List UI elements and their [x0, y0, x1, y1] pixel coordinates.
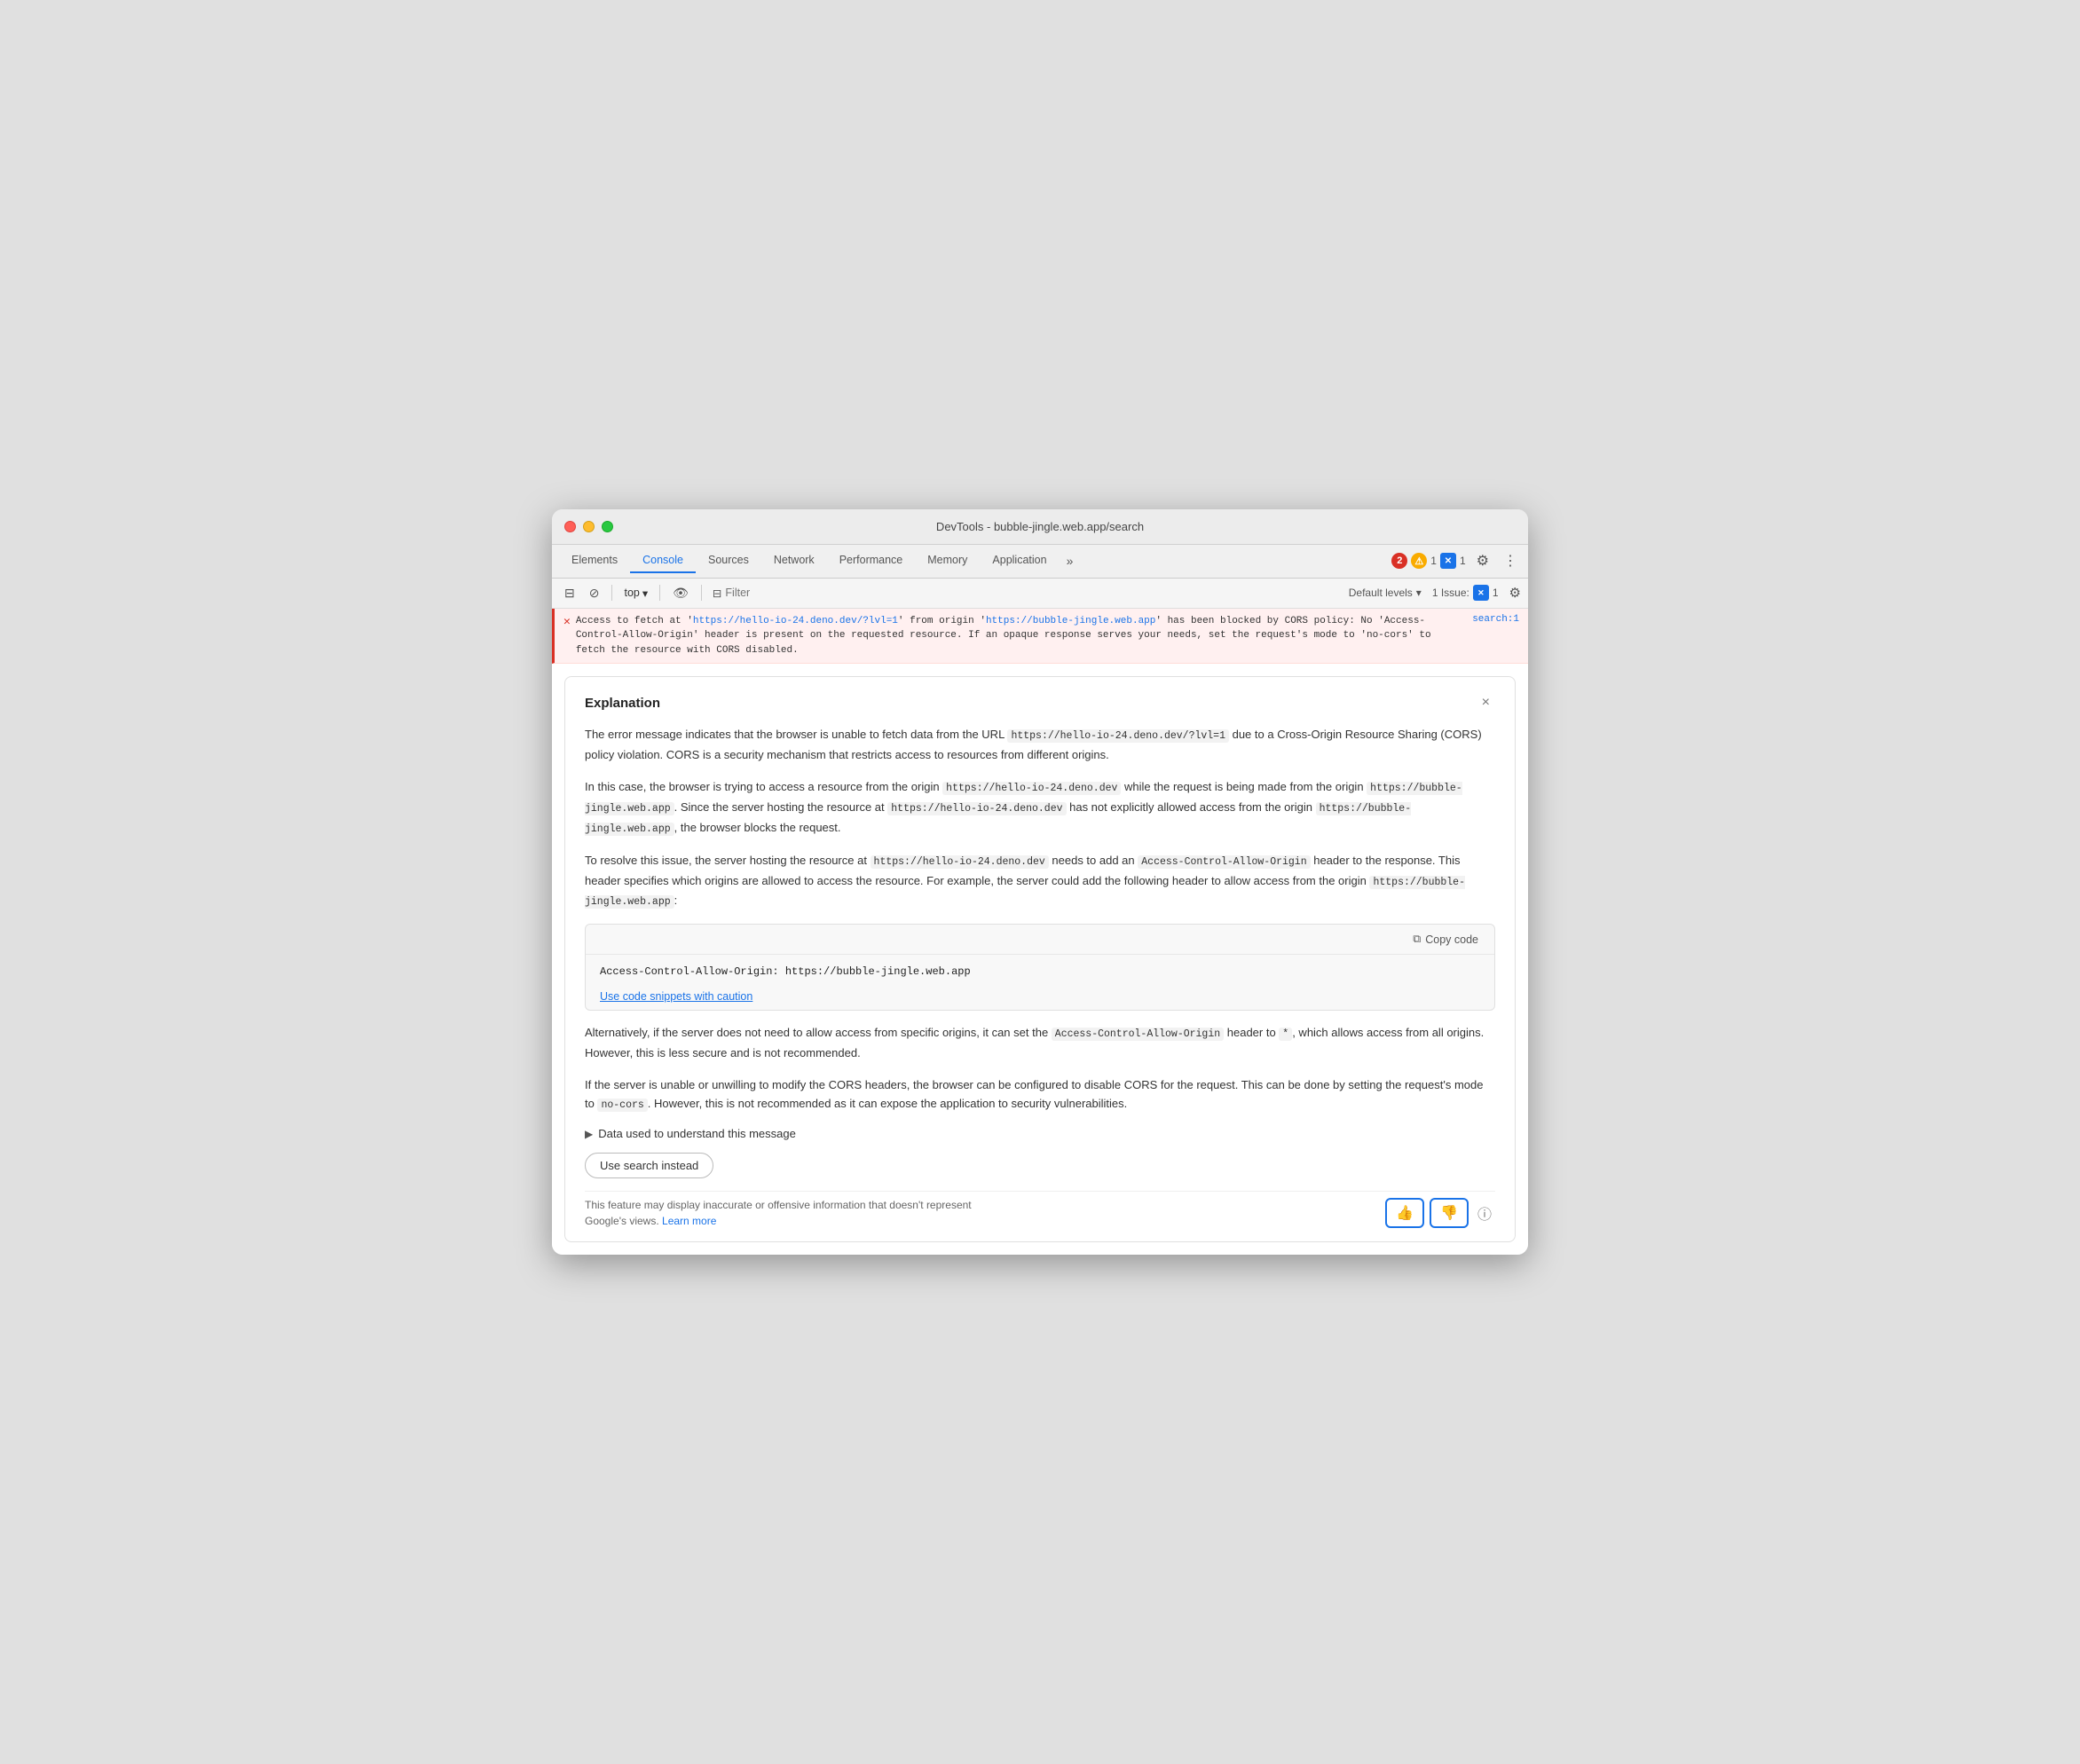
inline-url1: https://hello-io-24.deno.dev/?lvl=1 [1007, 729, 1229, 743]
eye-icon-button[interactable]: 👁 [667, 583, 694, 603]
inline-no-cors: no-cors [597, 1099, 647, 1112]
error-message: Access to fetch at 'https://hello-io-24.… [576, 614, 1465, 658]
traffic-lights [564, 521, 613, 532]
filter-input[interactable] [725, 587, 868, 599]
tabs-bar: Elements Console Sources Network Perform… [552, 545, 1528, 579]
context-label: top [624, 587, 639, 599]
thumbs-up-button[interactable]: 👍 [1385, 1198, 1424, 1228]
thumbs-up-icon: 👍 [1396, 1204, 1414, 1222]
error-source-link[interactable]: search:1 [1472, 614, 1519, 625]
tab-memory[interactable]: Memory [915, 548, 980, 573]
error-line: ✕ Access to fetch at 'https://hello-io-2… [552, 609, 1528, 665]
explanation-panel: Explanation × The error message indicate… [564, 676, 1516, 1242]
more-options-button[interactable]: ⋮ [1500, 548, 1521, 573]
code-snippet: Access-Control-Allow-Origin: https://bub… [586, 955, 1494, 988]
explanation-title: Explanation [585, 696, 660, 711]
error-url1[interactable]: https://hello-io-24.deno.dev/?lvl=1 [693, 616, 898, 626]
context-dropdown-icon: ▾ [642, 587, 648, 600]
error-count-badge[interactable]: 2 [1391, 553, 1407, 569]
more-tabs-button[interactable]: » [1060, 550, 1081, 571]
tab-sources[interactable]: Sources [696, 548, 761, 573]
thumbs-down-icon: 👎 [1440, 1204, 1458, 1222]
tab-performance[interactable]: Performance [827, 548, 916, 573]
error-icon: ✕ [563, 615, 571, 628]
explanation-para4: Alternatively, if the server does not ne… [585, 1023, 1495, 1062]
inline-header: Access-Control-Allow-Origin [1138, 855, 1310, 869]
inline-star: * [1279, 1028, 1292, 1041]
info-count: 1 [1460, 555, 1466, 567]
inline-origin5: https://hello-io-24.deno.dev [871, 855, 1049, 869]
levels-label: Default levels [1349, 587, 1413, 599]
window-title: DevTools - bubble-jingle.web.app/search [936, 520, 1144, 533]
levels-selector[interactable]: Default levels ▾ [1349, 587, 1422, 599]
code-block-container: ⧉ Copy code Access-Control-Allow-Origin:… [585, 924, 1495, 1011]
explanation-para2: In this case, the browser is trying to a… [585, 777, 1495, 839]
separator-2 [659, 585, 660, 601]
inline-header2: Access-Control-Allow-Origin [1052, 1028, 1224, 1041]
learn-more-link[interactable]: Learn more [662, 1215, 716, 1227]
warn-count-badge: ⚠ [1411, 553, 1427, 569]
info-circle-button[interactable]: ⓘ [1474, 1199, 1495, 1227]
issue-label: 1 Issue: [1432, 587, 1469, 599]
tab-application[interactable]: Application [980, 548, 1059, 573]
warn-count: 1 [1430, 555, 1437, 567]
disclaimer-static-text: This feature may display inaccurate or o… [585, 1199, 972, 1227]
use-search-button[interactable]: Use search instead [585, 1153, 713, 1178]
issue-indicator[interactable]: 1 Issue: ✕ 1 [1432, 585, 1499, 601]
explanation-para1: The error message indicates that the bro… [585, 725, 1495, 764]
disclaimer-text: This feature may display inaccurate or o… [585, 1197, 1011, 1229]
issue-count: 1 [1493, 587, 1499, 599]
separator-3 [701, 585, 702, 601]
data-used-label: Data used to understand this message [598, 1127, 796, 1140]
tab-elements[interactable]: Elements [559, 548, 630, 573]
clear-console-button[interactable]: ⊘ [584, 583, 605, 603]
settings-button[interactable]: ⚙ [1473, 548, 1493, 573]
close-explanation-button[interactable]: × [1477, 693, 1495, 713]
issue-badge: ✕ [1473, 585, 1489, 601]
filter-icon: ⊟ [713, 587, 721, 600]
tab-network[interactable]: Network [761, 548, 827, 573]
devtools-window: DevTools - bubble-jingle.web.app/search … [552, 509, 1528, 1256]
sidebar-toggle-button[interactable]: ⊟ [559, 583, 580, 603]
disclaimer-row: This feature may display inaccurate or o… [585, 1191, 1495, 1229]
inline-origin3: https://hello-io-24.deno.dev [887, 802, 1066, 815]
data-used-row[interactable]: ▶ Data used to understand this message [585, 1127, 1495, 1140]
levels-dropdown-icon: ▾ [1416, 587, 1422, 599]
tab-console[interactable]: Console [630, 548, 696, 573]
filter-area: ⊟ [713, 587, 868, 600]
error-text-mid1: ' from origin ' [898, 616, 986, 626]
separator-1 [611, 585, 612, 601]
info-count-badge: ✕ [1440, 553, 1456, 569]
error-text-before: Access to fetch at ' [576, 616, 693, 626]
maximize-button[interactable] [602, 521, 613, 532]
inline-origin6: https://bubble-jingle.web.app [585, 876, 1465, 910]
feedback-buttons: 👍 👎 ⓘ [1385, 1198, 1495, 1228]
console-settings-button[interactable]: ⚙ [1509, 585, 1521, 601]
title-bar: DevTools - bubble-jingle.web.app/search [552, 509, 1528, 545]
code-block-header: ⧉ Copy code [586, 925, 1494, 955]
copy-icon: ⧉ [1413, 933, 1421, 946]
explanation-para5: If the server is unable or unwilling to … [585, 1075, 1495, 1114]
console-toolbar: ⊟ ⊘ top ▾ 👁 ⊟ Default levels ▾ 1 Issue: … [552, 579, 1528, 609]
copy-code-button[interactable]: ⧉ Copy code [1406, 930, 1485, 949]
console-content: ✕ Access to fetch at 'https://hello-io-2… [552, 609, 1528, 1256]
tabs-right-area: 2 ⚠ 1 ✕ 1 ⚙ ⋮ [1391, 548, 1521, 573]
error-url2[interactable]: https://bubble-jingle.web.app [986, 616, 1155, 626]
close-button[interactable] [564, 521, 576, 532]
context-selector[interactable]: top ▾ [619, 585, 652, 602]
explanation-header: Explanation × [585, 693, 1495, 713]
explanation-para3: To resolve this issue, the server hostin… [585, 851, 1495, 912]
copy-label: Copy code [1425, 933, 1478, 946]
caution-link[interactable]: Use code snippets with caution [586, 990, 752, 1010]
info-icon: ⓘ [1477, 1208, 1492, 1223]
data-used-arrow-icon: ▶ [585, 1128, 593, 1140]
thumbs-down-button[interactable]: 👎 [1430, 1198, 1469, 1228]
inline-origin1: https://hello-io-24.deno.dev [942, 782, 1121, 795]
minimize-button[interactable] [583, 521, 595, 532]
